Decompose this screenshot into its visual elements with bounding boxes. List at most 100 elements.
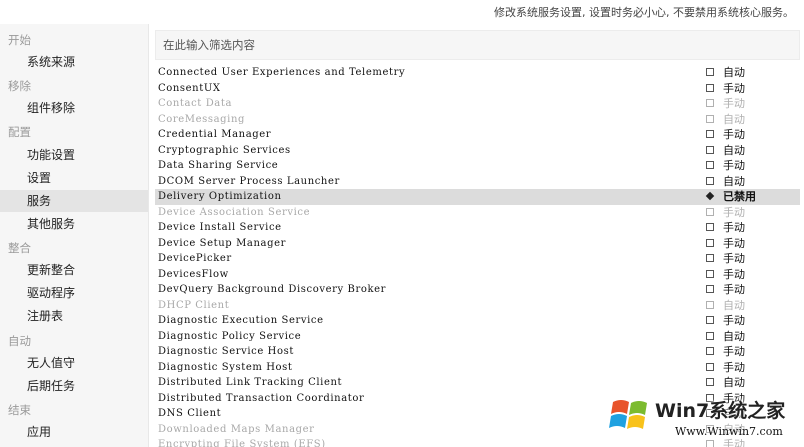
service-startup-type[interactable]: 自动 (723, 143, 745, 158)
status-checkbox[interactable] (706, 176, 714, 185)
service-startup-type[interactable]: 自动 (723, 375, 745, 390)
status-checkbox[interactable] (706, 300, 714, 309)
status-checkbox[interactable] (706, 347, 714, 355)
service-startup-type[interactable]: 自动 (723, 112, 745, 127)
status-checkbox[interactable] (706, 161, 714, 169)
service-startup-type[interactable]: 自动 (723, 174, 745, 189)
service-name: Contact Data (158, 98, 233, 109)
service-row[interactable]: Contact Data 手动 (155, 96, 800, 112)
status-checkbox[interactable] (706, 114, 714, 123)
service-name: Distributed Transaction Coordinator (158, 392, 365, 404)
status-checkbox[interactable] (706, 316, 714, 324)
status-checkbox[interactable] (706, 254, 714, 262)
service-startup-type[interactable]: 手动 (723, 205, 745, 220)
status-checkbox[interactable] (706, 362, 714, 371)
service-startup-type[interactable]: 手动 (723, 158, 745, 173)
service-name: DHCP Client (158, 299, 230, 311)
service-startup-type[interactable]: 自动 (723, 65, 745, 80)
service-name: DNS Client (158, 408, 222, 419)
filter-input[interactable] (156, 31, 799, 59)
service-row[interactable]: Diagnostic Policy Service 自动 (155, 329, 800, 345)
service-row[interactable]: Diagnostic System Host 手动 (155, 360, 800, 376)
service-row[interactable]: Device Setup Manager 手动 (155, 236, 800, 252)
service-row[interactable]: Device Install Service 手动 (155, 220, 800, 236)
status-checkbox[interactable] (706, 331, 714, 340)
service-row[interactable]: DevQuery Background Discovery Broker 手动 (155, 282, 800, 298)
service-startup-type[interactable]: 手动 (723, 96, 745, 111)
status-checkbox[interactable] (706, 238, 714, 247)
service-row[interactable]: CoreMessaging 自动 (155, 112, 800, 128)
warning-notice: 修改系统服务设置, 设置时务必小心, 不要禁用系统核心服务。 (494, 6, 794, 19)
service-row[interactable]: DevicePicker 手动 (155, 251, 800, 267)
service-row[interactable]: Diagnostic Execution Service 手动 (155, 313, 800, 329)
sidebar-item-component-removal[interactable]: 组件移除 (0, 97, 148, 119)
service-name: Credential Manager (158, 129, 272, 140)
service-row[interactable]: Distributed Link Tracking Client 自动 (155, 375, 800, 391)
service-startup-type[interactable]: 手动 (723, 313, 745, 328)
sidebar-item-system-source[interactable]: 系统来源 (0, 51, 148, 73)
sidebar-group-integrate: 整合 (8, 241, 31, 255)
status-checkbox[interactable] (706, 145, 714, 154)
service-name: DevQuery Background Discovery Broker (158, 284, 387, 295)
service-row[interactable]: Cryptographic Services 自动 (155, 143, 800, 159)
sidebar-item-services[interactable]: 服务 (0, 190, 148, 212)
sidebar-item-apply[interactable]: 应用 (0, 421, 148, 443)
service-name: Downloaded Maps Manager (158, 423, 315, 435)
status-checkbox[interactable] (706, 269, 714, 278)
service-startup-type[interactable]: 手动 (723, 267, 745, 282)
status-checkbox[interactable] (706, 83, 714, 92)
sidebar-group-finish: 结束 (8, 403, 31, 417)
sidebar-item-drivers[interactable]: 驱动程序 (0, 282, 148, 304)
service-row[interactable]: DCOM Server Process Launcher 自动 (155, 174, 800, 190)
sidebar: 开始 系统来源 移除 组件移除 配置 功能设置 设置 服务 其他服务 整合 更新… (0, 24, 149, 447)
service-startup-type[interactable]: 自动 (723, 298, 745, 313)
status-checkbox[interactable] (706, 285, 714, 293)
status-checkbox[interactable] (706, 223, 714, 231)
service-startup-type[interactable]: 手动 (723, 81, 745, 96)
sidebar-group-config: 配置 (8, 125, 31, 139)
watermark: Win7系统之家 Www.Winwin7.com (605, 392, 801, 444)
sidebar-item-registry[interactable]: 注册表 (0, 305, 148, 327)
service-row[interactable]: Data Sharing Service 手动 (155, 158, 800, 174)
service-name: CoreMessaging (158, 113, 245, 125)
status-checkbox[interactable] (706, 130, 714, 138)
service-startup-type[interactable]: 手动 (723, 236, 745, 251)
service-row[interactable]: Credential Manager 手动 (155, 127, 800, 143)
filter-box (155, 30, 800, 60)
sidebar-item-settings[interactable]: 设置 (0, 167, 148, 189)
sidebar-item-update-integration[interactable]: 更新整合 (0, 259, 148, 281)
sidebar-item-unattended[interactable]: 无人值守 (0, 352, 148, 374)
status-checkbox[interactable] (706, 207, 714, 216)
service-startup-type[interactable]: 手动 (723, 127, 745, 142)
status-checkbox[interactable] (706, 99, 714, 107)
service-row[interactable]: DevicesFlow 手动 (155, 267, 800, 283)
status-checkbox[interactable] (706, 378, 714, 386)
sidebar-item-post-tasks[interactable]: 后期任务 (0, 375, 148, 397)
service-row[interactable]: DHCP Client 自动 (155, 298, 800, 314)
service-row[interactable]: Diagnostic Service Host 手动 (155, 344, 800, 360)
service-startup-type[interactable]: 手动 (723, 360, 745, 375)
service-name: Distributed Link Tracking Client (158, 377, 343, 388)
status-checkbox[interactable] (706, 68, 714, 76)
sidebar-group-start: 开始 (8, 33, 31, 47)
service-list[interactable]: Connected User Experiences and Telemetry… (155, 65, 800, 447)
service-row[interactable]: ConsentUX 手动 (155, 81, 800, 97)
service-name: Delivery Optimization (158, 191, 282, 202)
service-name: Device Install Service (158, 222, 282, 233)
service-startup-type[interactable]: 手动 (723, 220, 745, 235)
selected-diamond-icon[interactable] (705, 191, 715, 201)
service-row[interactable]: Connected User Experiences and Telemetry… (155, 65, 800, 81)
service-startup-type[interactable]: 手动 (723, 251, 745, 266)
service-startup-type[interactable]: 自动 (723, 329, 745, 344)
service-row[interactable]: Delivery Optimization 已禁用 (155, 189, 800, 205)
service-startup-type[interactable]: 手动 (723, 344, 745, 359)
sidebar-item-other-services[interactable]: 其他服务 (0, 213, 148, 235)
service-name: DevicePicker (158, 253, 232, 264)
service-name: Diagnostic Service Host (158, 346, 294, 357)
service-startup-type[interactable]: 已禁用 (723, 189, 756, 204)
service-name: Diagnostic Policy Service (158, 330, 302, 342)
service-row[interactable]: Device Association Service 手动 (155, 205, 800, 221)
service-startup-type[interactable]: 手动 (723, 282, 745, 297)
sidebar-item-feature-settings[interactable]: 功能设置 (0, 144, 148, 166)
service-name: Cryptographic Services (158, 144, 291, 156)
